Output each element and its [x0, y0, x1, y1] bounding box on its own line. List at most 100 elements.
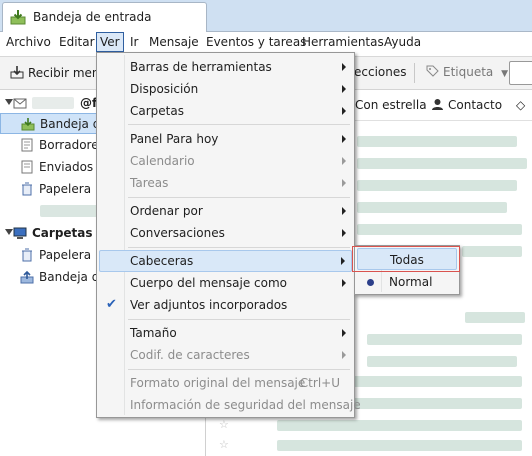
toolbar-separator [414, 63, 415, 83]
redacted-text [277, 420, 522, 431]
menu-item-shortcut: Ctrl+U [299, 376, 340, 390]
search-box[interactable] [509, 61, 532, 85]
redacted-text [465, 312, 525, 323]
menu-item-label: Codif. de caracteres [130, 348, 250, 362]
inbox-icon [21, 118, 35, 131]
message-row[interactable]: ☆ [207, 435, 532, 456]
menu-item-label: Ver adjuntos incorporados [130, 298, 288, 312]
contact-icon [432, 99, 443, 110]
checkmark-icon: ✔ [106, 297, 117, 312]
inbox-icon [10, 10, 26, 25]
menu-item-source[interactable]: Formato original del mensaje Ctrl+U [99, 372, 352, 394]
menu-item-toolbars[interactable]: Barras de herramientas [99, 56, 352, 78]
menu-ayuda[interactable]: Ayuda [383, 35, 422, 49]
menu-separator [128, 197, 350, 198]
redacted-text [357, 180, 517, 191]
collections-label[interactable]: ecciones [354, 65, 407, 79]
starred-filter[interactable]: Con estrella [355, 98, 427, 112]
menu-separator [128, 319, 350, 320]
submenu-arrow-icon [342, 207, 346, 215]
receive-button[interactable]: Recibir mens [10, 65, 106, 80]
submenu-arrow-icon [342, 135, 346, 143]
menu-item-label: Información de seguridad del mensaje [130, 398, 361, 412]
tag-filter-icon[interactable]: ◇ [516, 98, 525, 112]
menu-editar[interactable]: Editar [58, 35, 96, 49]
menu-herramientas[interactable]: Herramientas [301, 35, 385, 49]
menubar: Archivo Editar Ver Ir Mensaje Eventos y … [0, 32, 532, 52]
message-row[interactable]: ☆ [207, 415, 532, 437]
mail-account-icon [13, 98, 27, 109]
menu-item-label: Tareas [130, 176, 169, 190]
tag-button[interactable]: Etiqueta ▼ [426, 65, 508, 79]
submenu-arrow-icon [342, 279, 346, 287]
menu-separator [128, 247, 350, 248]
star-icon[interactable]: ☆ [219, 418, 229, 431]
computer-icon [13, 227, 27, 239]
redacted-text [357, 202, 507, 213]
contact-filter-button[interactable]: Contacto [431, 98, 502, 112]
submenu-arrow-icon [342, 85, 346, 93]
tag-label: Etiqueta [443, 65, 494, 79]
submenu-arrow-icon [342, 157, 346, 165]
folder-trash-label: Papelera [39, 182, 92, 196]
submenu-arrow-icon [342, 107, 346, 115]
menu-item-calendar[interactable]: Calendario [99, 150, 352, 172]
menu-eventos[interactable]: Eventos y tareas [205, 35, 307, 49]
radio-selected-icon [367, 279, 374, 286]
menu-item-sort-by[interactable]: Ordenar por [99, 200, 352, 222]
menu-mensaje[interactable]: Mensaje [148, 35, 200, 49]
view-menu: Barras de herramientas Disposición Carpe… [96, 52, 361, 418]
chevron-down-icon: ▼ [501, 69, 509, 79]
collapse-twisty-icon[interactable] [5, 229, 13, 235]
star-icon[interactable]: ☆ [219, 438, 229, 451]
redacted-text [357, 224, 522, 235]
menu-item-encoding[interactable]: Codif. de caracteres [99, 344, 352, 366]
submenu-arrow-icon [342, 351, 346, 359]
tab-title: Bandeja de entrada [33, 10, 152, 24]
collapse-twisty-icon[interactable] [5, 99, 13, 105]
folder-sent-label: Enviados [39, 160, 94, 174]
menu-item-label: Panel Para hoy [130, 132, 219, 146]
redacted-text [357, 158, 527, 169]
redacted-text [367, 356, 517, 367]
download-icon [10, 66, 24, 79]
menu-item-tasks[interactable]: Tareas [99, 172, 352, 194]
submenu-arrow-icon [341, 257, 345, 265]
trash-icon [22, 248, 32, 262]
highlight-box [352, 246, 460, 272]
menu-item-message-body[interactable]: Cuerpo del mensaje como [99, 272, 352, 294]
menu-item-label: Disposición [130, 82, 199, 96]
menu-item-headers[interactable]: Cabeceras [99, 250, 352, 272]
contact-label: Contacto [448, 98, 503, 112]
menu-item-label: Tamaño [130, 326, 177, 340]
folder-drafts-label: Borradores [39, 138, 105, 152]
menu-item-label: Conversaciones [130, 226, 225, 240]
folder-local-trash-label: Papelera [39, 248, 92, 262]
redacted-text [367, 334, 522, 345]
menu-item-label: Cuerpo del mensaje como [130, 276, 288, 290]
menu-item-label: Cabeceras [130, 254, 194, 268]
submenu-arrow-icon [342, 229, 346, 237]
menu-ir[interactable]: Ir [129, 35, 139, 49]
menu-separator [128, 369, 350, 370]
menu-separator [128, 124, 350, 125]
menu-item-label: Barras de herramientas [130, 60, 272, 74]
submenu-item-label: Normal [389, 275, 433, 289]
menu-item-threads[interactable]: Conversaciones [99, 222, 352, 244]
trash-icon [22, 182, 32, 196]
menu-item-inline-attachments[interactable]: ✔ Ver adjuntos incorporados [99, 294, 352, 316]
tab-inbox[interactable]: Bandeja de entrada [2, 2, 207, 32]
menu-item-zoom[interactable]: Tamaño [99, 322, 352, 344]
submenu-arrow-icon [342, 179, 346, 187]
tab-bar: Bandeja de entrada [0, 0, 532, 32]
menu-ver[interactable]: Ver [96, 32, 124, 52]
submenu-item-normal[interactable]: Normal [357, 271, 457, 293]
menu-item-folders[interactable]: Carpetas [99, 100, 352, 122]
submenu-arrow-icon [342, 329, 346, 337]
menu-item-today-pane[interactable]: Panel Para hoy [99, 128, 352, 150]
menu-item-label: Ordenar por [130, 204, 203, 218]
menu-item-security-info[interactable]: Información de seguridad del mensaje [99, 394, 361, 416]
tag-icon [426, 65, 439, 77]
menu-archivo[interactable]: Archivo [5, 35, 52, 49]
menu-item-layout[interactable]: Disposición [99, 78, 352, 100]
